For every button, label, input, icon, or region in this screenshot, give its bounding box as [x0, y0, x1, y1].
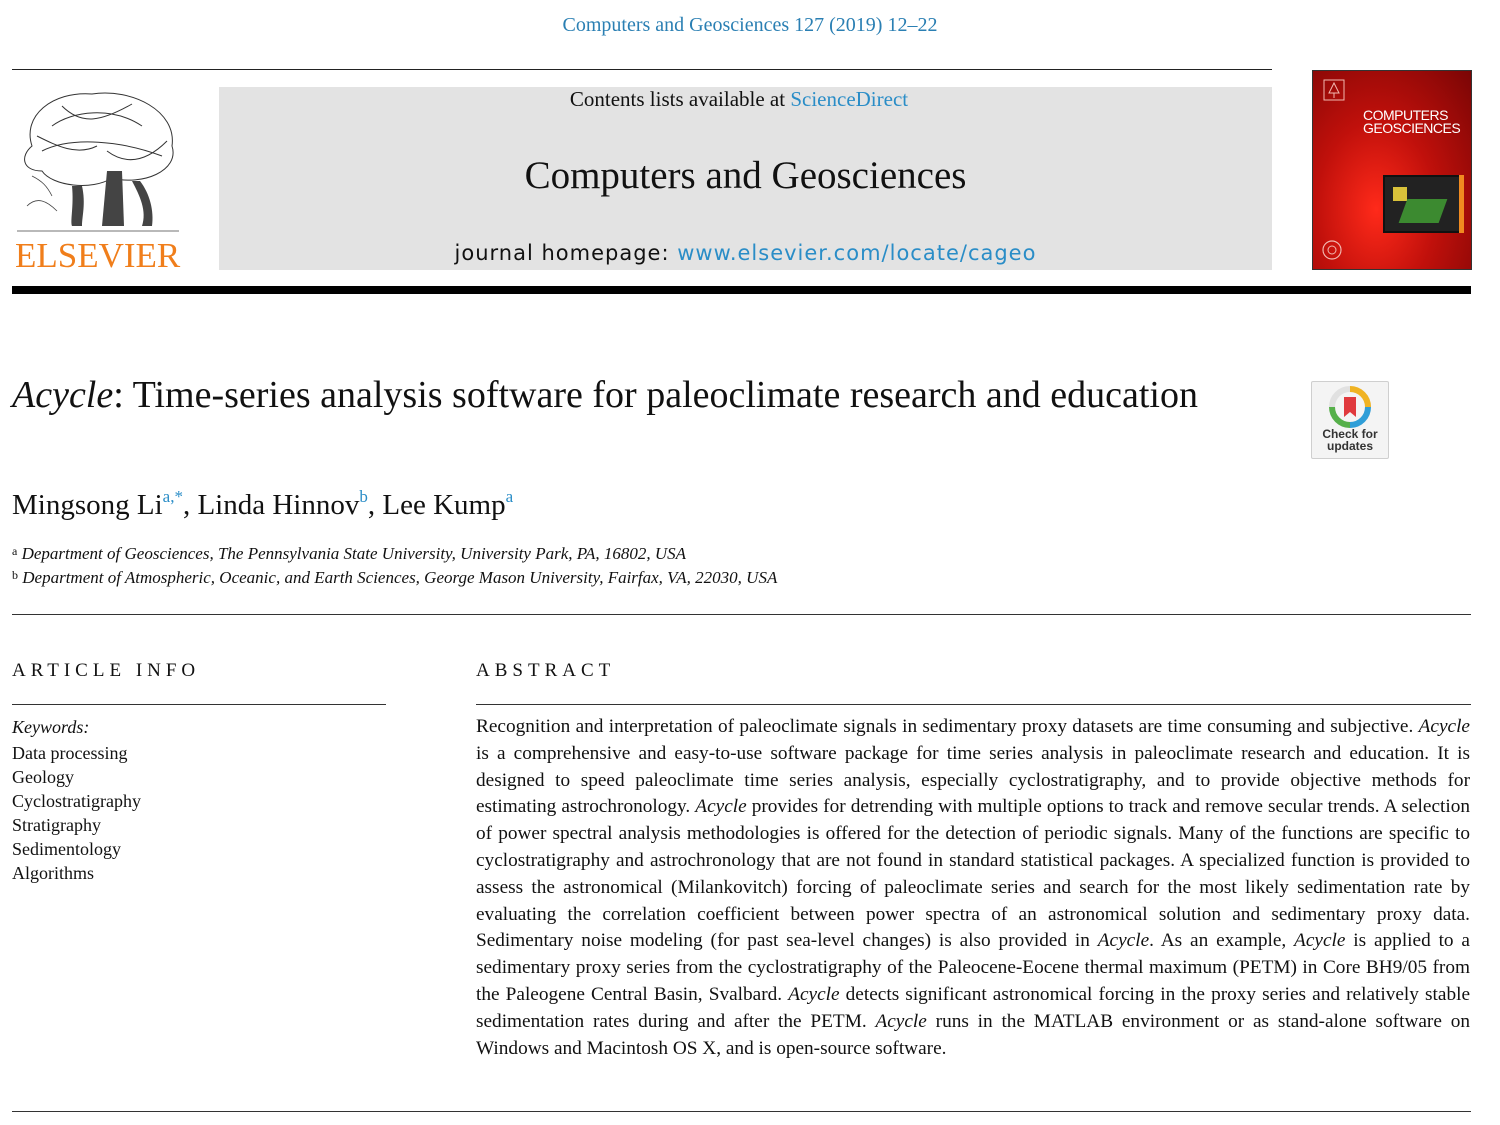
author-affiliation-link[interactable]: b — [359, 487, 368, 506]
affiliation-text: Department of Atmospheric, Oceanic, and … — [22, 568, 778, 587]
author-list: Mingsong Lia,*, Linda Hinnovb, Lee Kumpa — [12, 487, 514, 521]
header-top-rule — [12, 69, 1272, 70]
elsevier-wordmark: ELSEVIER — [15, 236, 181, 275]
check-for-updates-line2: updates — [1326, 439, 1373, 453]
article-info-rule — [12, 704, 386, 705]
keywords-label: Keywords: — [12, 717, 90, 737]
keyword-item: Algorithms — [12, 863, 95, 883]
journal-cover-image[interactable]: COMPUTERS GEOSCIENCES — [1312, 70, 1472, 270]
article-info-heading: ARTICLE INFO — [12, 660, 201, 681]
abstract-software-name: Acycle — [1418, 716, 1470, 737]
author-name[interactable]: Lee Kump — [382, 489, 505, 521]
abstract-text: . As an example, — [1149, 930, 1295, 952]
article-title: Acycle: Time-series analysis software fo… — [12, 372, 1232, 419]
cover-inset-yellow-shape — [1393, 187, 1407, 201]
affiliation-mark: b — [12, 568, 18, 582]
cover-inset-green-shape — [1398, 199, 1448, 223]
abstract-software-name: Acycle — [875, 1010, 927, 1032]
keyword-item: Geology — [12, 767, 74, 787]
journal-citation[interactable]: Computers and Geosciences 127 (2019) 12–… — [0, 14, 1500, 37]
keyword-item: Data processing — [12, 743, 128, 763]
abstract-text: Recognition and interpretation of paleoc… — [476, 716, 1419, 737]
title-software-name: Acycle — [12, 374, 114, 416]
cover-title: COMPUTERS GEOSCIENCES — [1363, 108, 1467, 136]
elsevier-tree-icon — [17, 92, 179, 232]
check-for-updates-icon — [1329, 386, 1371, 428]
elsevier-small-logo-icon — [1323, 79, 1345, 101]
abstract-software-name: Acycle — [695, 796, 747, 818]
author-affiliation-link[interactable]: a — [506, 487, 514, 506]
page-bottom-rule — [12, 1111, 1471, 1112]
check-for-updates-button[interactable]: Check for updates — [1311, 381, 1389, 459]
check-for-updates-label: Check for updates — [1312, 428, 1388, 452]
affiliation-b: b Department of Atmospheric, Oceanic, an… — [12, 568, 777, 588]
abstract-heading: ABSTRACT — [476, 660, 616, 681]
abstract-software-name: Acycle — [1097, 930, 1150, 952]
cover-inset-image — [1383, 175, 1463, 233]
author-name[interactable]: Linda Hinnov — [197, 489, 359, 521]
keyword-item: Sedimentology — [12, 839, 121, 859]
cover-seal-icon — [1322, 240, 1342, 260]
affiliation-mark: a — [12, 544, 18, 558]
cover-title-line2: GEOSCIENCES — [1363, 120, 1461, 136]
keyword-item: Cyclostratigraphy — [12, 791, 141, 811]
journal-banner: Contents lists available at ScienceDirec… — [219, 87, 1272, 270]
homepage-link[interactable]: www.elsevier.com/locate/cageo — [677, 241, 1036, 265]
abstract-text: provides for detrending with multiple op… — [476, 796, 1470, 952]
contents-line: Contents lists available at ScienceDirec… — [219, 87, 1259, 112]
journal-name: Computers and Geosciences — [524, 154, 967, 197]
contents-prefix: Contents lists available at — [569, 87, 791, 111]
abstract-software-name: Acycle — [788, 983, 840, 1005]
header-thick-rule — [12, 286, 1471, 294]
affiliation-a: a Department of Geosciences, The Pennsyl… — [12, 544, 686, 564]
abstract-body: Recognition and interpretation of paleoc… — [476, 714, 1470, 1062]
author-name[interactable]: Mingsong Li — [12, 489, 163, 521]
cover-orange-strip — [1459, 175, 1464, 233]
affiliation-text: Department of Geosciences, The Pennsylva… — [21, 544, 687, 563]
abstract-software-name: Acycle — [1294, 930, 1346, 952]
elsevier-logo[interactable]: ELSEVIER — [12, 86, 184, 275]
abstract-rule — [476, 704, 1471, 705]
keywords-list: Data processing Geology Cyclostratigraph… — [12, 741, 141, 885]
journal-homepage: journal homepage: www.elsevier.com/locat… — [219, 241, 1272, 265]
author-affiliation-link[interactable]: a,* — [163, 487, 183, 506]
section-divider — [12, 614, 1471, 615]
sciencedirect-link[interactable]: ScienceDirect — [790, 87, 908, 111]
homepage-prefix: journal homepage: — [454, 241, 678, 265]
title-text: : Time-series analysis software for pale… — [113, 374, 1198, 416]
keyword-item: Stratigraphy — [12, 815, 101, 835]
